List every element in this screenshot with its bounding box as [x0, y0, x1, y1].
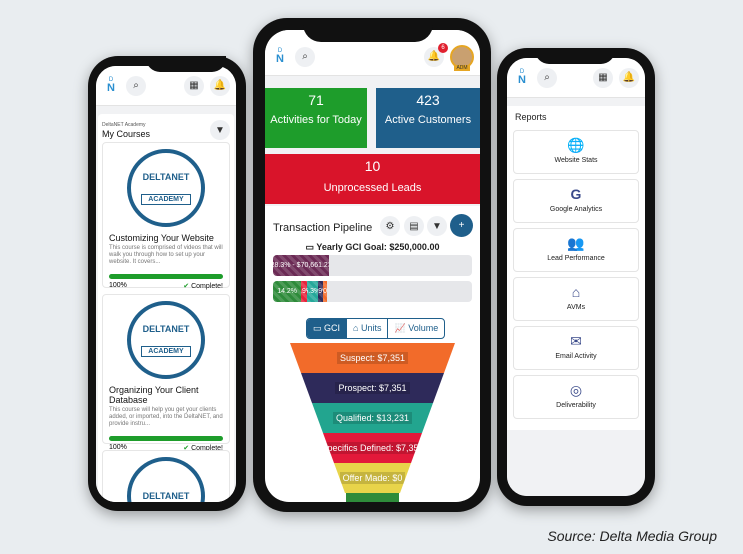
source-caption: Source: Delta Media Group — [547, 528, 717, 544]
search-button[interactable]: ⌕ — [295, 46, 315, 67]
deltanet-logo[interactable]: DN — [513, 69, 531, 86]
funnel-stage-label: Specifics Defined: $7,351 — [318, 442, 426, 454]
report-avms[interactable]: ⌂ AVMs — [513, 277, 639, 321]
left-phone: DN ⌕ ▦ 🔔 DeltaNET Academy My Courses ▼ D… — [88, 56, 246, 511]
deltanet-logo[interactable]: DN — [102, 77, 120, 94]
report-website-stats[interactable]: 🌐 Website Stats — [513, 130, 639, 174]
progress-label: 100% — [109, 282, 127, 289]
tab-volume[interactable]: 📈 Volume — [387, 319, 444, 338]
stage-progress-bar: 14.2%2.9%5.3%2.9%2.0% — [273, 281, 472, 302]
course-title[interactable]: Organizing Your Client Database — [103, 385, 229, 405]
grid-icon: ▦ — [189, 80, 199, 91]
courses-panel: DeltaNET Academy My Courses ▼ DELTANET AC… — [98, 114, 234, 502]
tab-units[interactable]: ⌂ Units — [346, 319, 387, 338]
course-description: This course is comprised of videos that … — [109, 245, 223, 265]
unprocessed-leads-tile[interactable]: 10 Unprocessed Leads — [265, 154, 480, 204]
report-lead-performance[interactable]: 👥 Lead Performance — [513, 228, 639, 272]
search-button[interactable]: ⌕ — [126, 75, 146, 96]
house-icon: ⌂ — [353, 323, 361, 333]
bar-segment: 5.3% — [307, 281, 318, 302]
apps-button[interactable]: ▦ — [593, 67, 613, 88]
funnel-stage[interactable]: Qualified: $13,231 — [265, 403, 480, 433]
funnel-stage[interactable]: Suspect: $7,351 — [265, 343, 480, 373]
active-customers-tile[interactable]: 423 Active Customers — [376, 88, 480, 148]
report-email-activity[interactable]: ✉ Email Activity — [513, 326, 639, 370]
tab-gci[interactable]: ▭ GCI — [307, 319, 347, 338]
funnel-stage-label: Offer Made: $0 — [340, 472, 406, 484]
right-phone: DN ⌕ ▦ 🔔 Reports 🌐 Website Stats G Google … — [497, 48, 655, 506]
course-title[interactable]: Customizing Your Website — [103, 233, 229, 243]
email-icon: ✉ — [570, 333, 582, 349]
deltanet-logo[interactable]: DN — [271, 48, 289, 65]
course-progress-bar — [109, 436, 223, 441]
bell-icon: 🔔 — [427, 51, 441, 62]
search-icon: ⌕ — [544, 72, 550, 83]
search-icon: ⌕ — [302, 51, 308, 62]
gci-progress-bar: 28.3% - $70,661.23 — [273, 255, 472, 276]
house-icon: ⌂ — [571, 284, 581, 300]
course-card[interactable]: DELTANET ACADEMY Customizing Your Website… — [102, 142, 230, 290]
course-card[interactable]: DELTANET ACADEMY Organizing Your Client D… — [102, 294, 230, 452]
deltanet-academy-seal: DELTANET — [127, 457, 205, 502]
deltanet-academy-seal: DELTANET ACADEMY — [127, 301, 205, 379]
avatar-badge: ADM — [454, 64, 470, 71]
money-icon: ▭ — [305, 242, 317, 252]
bar-segment: 28.3% - $70,661.23 — [273, 255, 330, 276]
activities-tile[interactable]: 71 Activities for Today — [265, 88, 367, 148]
course-description: This course will help you get your clien… — [109, 407, 223, 427]
search-button[interactable]: ⌕ — [537, 67, 557, 88]
notifications-button[interactable]: 🔔 — [210, 75, 230, 96]
reports-screen: DN ⌕ ▦ 🔔 Reports 🌐 Website Stats G Google … — [507, 58, 645, 496]
gear-icon: ⚙ — [385, 220, 395, 232]
gci-goal: ▭ Yearly GCI Goal: $250,000.00 — [305, 242, 440, 252]
notifications-button[interactable]: 🔔 6 — [424, 42, 448, 67]
deltanet-academy-seal: DELTANET ACADEMY — [127, 149, 205, 227]
deliverability-icon: ◎ — [569, 382, 583, 398]
users-icon: 👥 — [567, 235, 585, 251]
bell-icon: 🔔 — [213, 80, 227, 91]
settings-button[interactable]: ⚙ — [380, 216, 400, 236]
search-icon: ⌕ — [133, 80, 139, 91]
grid-icon: ▦ — [598, 72, 608, 83]
apps-button[interactable]: ▦ — [184, 75, 204, 96]
export-button[interactable]: ▤ — [404, 216, 424, 236]
notifications-button[interactable]: 🔔 — [619, 67, 639, 88]
courses-screen: DN ⌕ ▦ 🔔 DeltaNET Academy My Courses ▼ D… — [96, 66, 236, 502]
funnel-stage[interactable]: Prospect: $7,351 — [265, 373, 480, 403]
pipeline-title: Transaction Pipeline — [273, 222, 373, 234]
notification-count: 6 — [438, 42, 448, 53]
money-icon: ▭ — [313, 323, 325, 333]
center-phone: DN ⌕ 🔔 6 ADM 71 Activities for Today 423 Ac… — [253, 18, 491, 512]
report-deliverability[interactable]: ◎ Deliverability — [513, 375, 639, 419]
globe-icon: 🌐 — [567, 137, 585, 153]
chart-icon: 📈 — [394, 323, 409, 333]
funnel-stage[interactable]: Offer Made: $0 — [265, 463, 480, 493]
course-progress-bar — [109, 274, 223, 279]
google-icon: G — [570, 186, 582, 202]
filter-button[interactable]: ▼ — [210, 120, 230, 140]
filter-icon: ▼ — [215, 124, 225, 136]
funnel-stage-label: Qualified: $13,231 — [333, 412, 412, 424]
page-title: Reports — [515, 112, 547, 122]
dashboard-screen: DN ⌕ 🔔 6 ADM 71 Activities for Today 423 Ac… — [265, 30, 480, 502]
bar-segment: 14.2% — [273, 281, 302, 302]
filter-icon: ▼ — [432, 220, 442, 232]
bell-icon: 🔔 — [622, 72, 636, 83]
plus-icon: + — [458, 220, 465, 231]
funnel-stage-label: Suspect: $7,351 — [337, 352, 408, 364]
metric-tabs: ▭ GCI ⌂ Units 📈 Volume — [306, 318, 446, 339]
filter-button[interactable]: ▼ — [427, 216, 447, 236]
document-icon: ▤ — [409, 220, 419, 232]
avatar[interactable]: ADM — [450, 44, 474, 71]
report-google-analytics[interactable]: G Google Analytics — [513, 179, 639, 223]
course-card[interactable]: DELTANET — [102, 450, 230, 502]
funnel-stage[interactable] — [346, 493, 399, 502]
add-button[interactable]: + — [450, 214, 473, 237]
funnel-stage[interactable]: Specifics Defined: $7,351 — [265, 433, 480, 463]
complete-status: ✔ Complete! — [183, 283, 223, 290]
bar-segment: 2.0% — [323, 281, 328, 302]
funnel-stage-label: Prospect: $7,351 — [335, 382, 409, 394]
